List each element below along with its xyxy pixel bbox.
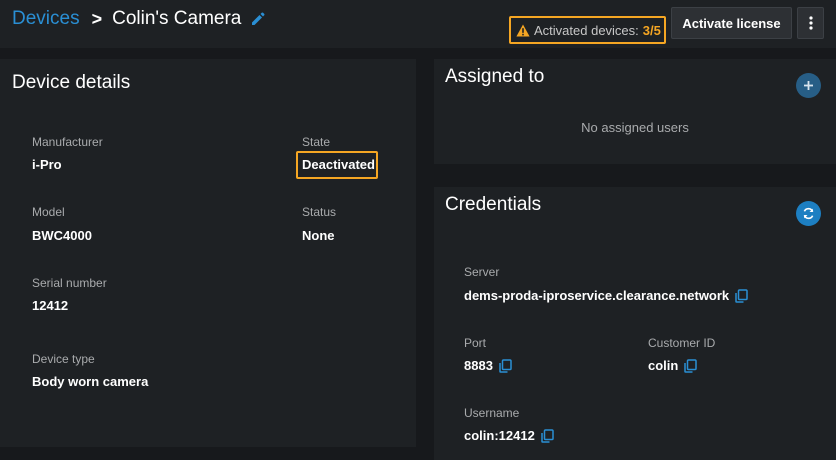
port-label: Port	[464, 336, 487, 350]
status-label: Status	[302, 205, 337, 219]
state-label: State	[302, 135, 331, 149]
copy-icon[interactable]	[540, 428, 554, 443]
activated-devices-label: Activated devices:	[534, 22, 639, 38]
manufacturer-value: i-Pro	[32, 157, 62, 172]
more-options-button[interactable]	[797, 7, 824, 39]
port-row: 8883	[464, 358, 512, 373]
copy-icon[interactable]	[498, 358, 512, 373]
breadcrumb-devices-link[interactable]: Devices	[12, 8, 80, 30]
vertical-dots-icon	[808, 16, 813, 30]
copy-icon[interactable]	[683, 358, 698, 373]
no-assigned-users-text: No assigned users	[581, 120, 689, 135]
plus-icon	[804, 81, 813, 90]
activated-devices-count: 3/5	[642, 22, 661, 38]
add-user-button[interactable]	[796, 73, 821, 98]
credentials-panel: Credentials Server dems-proda-iproservic…	[434, 187, 836, 460]
device-details-panel: Device details Manufacturer i-Pro State …	[0, 59, 416, 447]
status-value: None	[302, 228, 335, 243]
customer-id-row: colin	[648, 358, 698, 373]
username-value: colin:12412	[464, 428, 535, 443]
customer-id-label: Customer ID	[648, 336, 716, 350]
assigned-to-panel: Assigned to No assigned users	[434, 59, 836, 164]
device-details-title: Device details	[12, 72, 131, 93]
serial-number-value: 12412	[32, 298, 69, 313]
assigned-to-title: Assigned to	[445, 66, 545, 87]
server-value: dems-proda-iproservice.clearance.network	[464, 288, 730, 303]
model-value: BWC4000	[32, 228, 92, 243]
server-row: dems-proda-iproservice.clearance.network	[464, 288, 748, 303]
serial-number-label: Serial number	[32, 276, 107, 290]
warning-icon	[516, 24, 530, 36]
customer-id-value: colin	[648, 358, 679, 373]
activate-license-button[interactable]: Activate license	[671, 7, 792, 39]
breadcrumb: Devices > Colin's Camera	[12, 8, 266, 30]
state-value: Deactivated	[302, 157, 375, 172]
copy-icon[interactable]	[734, 288, 748, 303]
credentials-title: Credentials	[445, 194, 542, 215]
username-label: Username	[464, 406, 520, 420]
pencil-icon[interactable]	[250, 11, 266, 27]
device-type-label: Device type	[32, 352, 95, 366]
manufacturer-label: Manufacturer	[32, 135, 103, 149]
port-value: 8883	[464, 358, 493, 373]
device-type-value: Body worn camera	[32, 374, 149, 389]
refresh-credentials-button[interactable]	[796, 201, 821, 226]
refresh-icon	[803, 207, 814, 220]
server-label: Server	[464, 265, 500, 279]
activated-devices-badge: Activated devices: 3/5	[509, 16, 666, 44]
model-label: Model	[32, 205, 65, 219]
username-row: colin:12412	[464, 428, 554, 443]
page-title: Colin's Camera	[112, 8, 242, 29]
breadcrumb-separator: >	[91, 8, 103, 29]
